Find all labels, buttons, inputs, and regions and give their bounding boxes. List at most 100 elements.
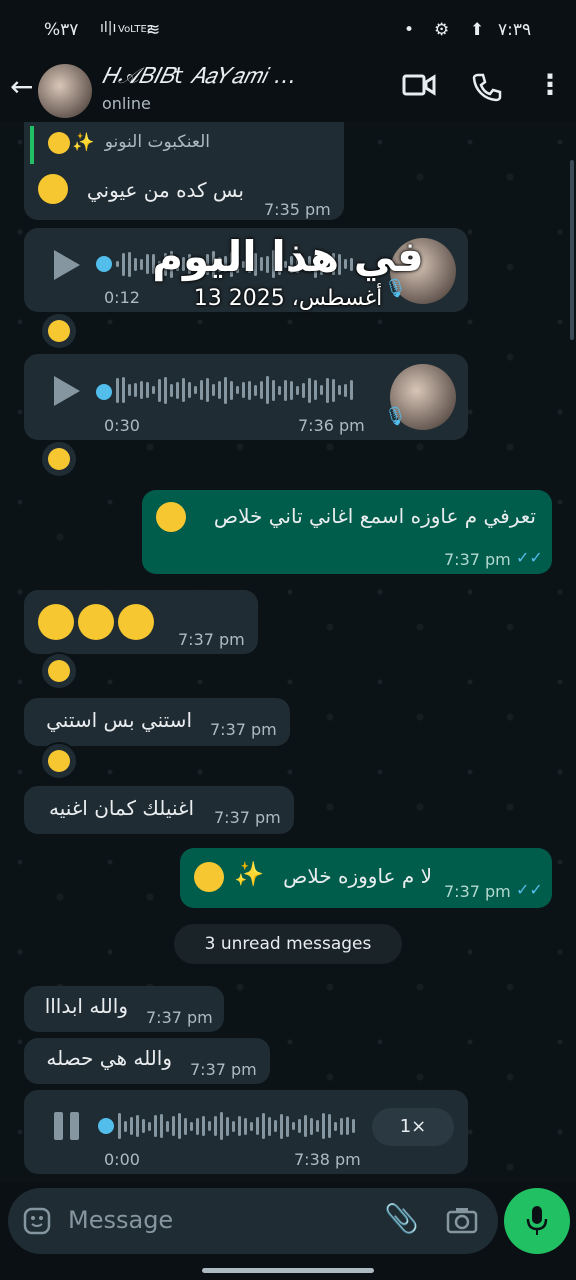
reaction-badge[interactable] bbox=[40, 312, 78, 350]
camera-icon[interactable] bbox=[446, 1206, 478, 1234]
message-text: بس كده من عيوني bbox=[86, 178, 244, 202]
message-text: لا م عاووزه خلاص bbox=[283, 864, 432, 888]
message-time: 7:36 pm bbox=[298, 416, 365, 435]
playhead-dot[interactable] bbox=[96, 384, 112, 400]
waveform-bar bbox=[122, 377, 125, 403]
waveform-bar bbox=[146, 382, 149, 398]
waveform-bar bbox=[226, 1116, 229, 1136]
smile-emoji-icon bbox=[48, 132, 70, 154]
waveform-bar bbox=[172, 1116, 175, 1136]
voice-duration: 0:30 bbox=[104, 416, 140, 435]
waveform-bar bbox=[326, 377, 329, 403]
message-time: 7:37 pm bbox=[190, 1060, 257, 1079]
reaction-badge[interactable] bbox=[40, 652, 78, 690]
message-bubble[interactable]: والله ابدااا 7:37 pm bbox=[24, 986, 224, 1032]
composer-bar: Message 📎 bbox=[0, 1182, 576, 1280]
playhead-dot[interactable] bbox=[98, 1118, 114, 1134]
waveform-bar bbox=[250, 1121, 253, 1131]
message-input[interactable]: Message 📎 bbox=[8, 1188, 498, 1254]
gesture-bar bbox=[202, 1268, 374, 1273]
voice-message[interactable]: 0:00 7:38 pm 1× bbox=[24, 1090, 468, 1174]
status-time: ٧:٣٩ bbox=[498, 20, 532, 40]
waveform-bar bbox=[218, 381, 221, 399]
waveform-bar bbox=[278, 385, 281, 395]
waveform-bar bbox=[256, 1117, 259, 1135]
more-options-icon[interactable]: ⋮ bbox=[536, 68, 564, 101]
waveform-bar bbox=[232, 1120, 235, 1132]
waveform-bar bbox=[202, 1116, 205, 1136]
message-text: والله ابدااا bbox=[44, 994, 128, 1018]
waveform-bar bbox=[272, 379, 275, 401]
emoji-icon[interactable] bbox=[22, 1206, 52, 1236]
settings-icon: ⚙ bbox=[434, 20, 450, 40]
attach-icon[interactable]: 📎 bbox=[384, 1202, 419, 1235]
pause-icon[interactable] bbox=[54, 1112, 80, 1140]
waveform-bar bbox=[148, 1121, 151, 1131]
voice-call-icon[interactable] bbox=[472, 72, 502, 102]
playback-speed-label: 1× bbox=[399, 1116, 427, 1137]
waveform[interactable] bbox=[118, 1110, 358, 1142]
message-bubble[interactable]: استني بس استني 7:37 pm bbox=[24, 698, 290, 746]
waveform-bar bbox=[188, 382, 191, 398]
reaction-badge[interactable] bbox=[40, 440, 78, 478]
message-text: والله هي حصله bbox=[46, 1046, 172, 1070]
waveform-bar bbox=[130, 1117, 133, 1135]
message-time: 7:37 pm bbox=[178, 630, 245, 649]
waveform[interactable] bbox=[116, 374, 366, 406]
message-text: استني بس استني bbox=[46, 708, 192, 732]
status-bar: ٧:٣٩ ⚙ ⬆ • %٣٧ ıl|ı VoLTE2 ≋ bbox=[0, 0, 576, 60]
message-time: 7:35 pm bbox=[264, 200, 331, 219]
laugh-emoji-icon bbox=[48, 320, 70, 342]
reaction-badge[interactable] bbox=[40, 742, 78, 780]
battery-text: %٣٧ bbox=[44, 20, 79, 40]
waveform-bar bbox=[196, 1117, 199, 1135]
waveform-bar bbox=[182, 378, 185, 402]
message-time: 7:37 pm bbox=[210, 720, 277, 739]
avatar[interactable] bbox=[38, 64, 92, 118]
playback-speed-button[interactable]: 1× bbox=[372, 1108, 454, 1146]
message-bubble[interactable]: والله هي حصله 7:37 pm bbox=[24, 1038, 270, 1084]
waveform-bar bbox=[346, 1117, 349, 1135]
waveform-bar bbox=[268, 1116, 271, 1136]
message-bubble[interactable]: 7:37 pm bbox=[24, 590, 258, 654]
mic-icon: 🎙 bbox=[384, 406, 407, 427]
waveform-bar bbox=[350, 380, 353, 400]
contact-name[interactable]: 𝐻𝒜𝐵𝐼𝐵t 𝐴𝑎𝑌𝑎𝑚𝑖 … bbox=[102, 64, 372, 89]
message-placeholder: Message bbox=[68, 1206, 174, 1234]
waveform-bar bbox=[296, 385, 299, 395]
waveform-bar bbox=[298, 1119, 301, 1133]
waveform-bar bbox=[344, 383, 347, 397]
voice-message[interactable]: 0:30 7:36 pm 🎙 bbox=[24, 354, 468, 440]
message-bubble[interactable]: العنكبوت النونو ✨ بس كده من عيوني 7:35 p… bbox=[24, 122, 344, 220]
waveform-bar bbox=[184, 1117, 187, 1135]
waveform-bar bbox=[236, 386, 239, 394]
sparkles-icon: ✨ bbox=[234, 860, 264, 888]
voice-record-button[interactable] bbox=[504, 1188, 570, 1254]
video-call-icon[interactable] bbox=[402, 72, 436, 98]
waveform-bar bbox=[332, 378, 335, 402]
waveform-bar bbox=[292, 1122, 295, 1130]
message-bubble[interactable]: لا م عاووزه خلاص ✨ 7:37 pm ✓✓ bbox=[180, 848, 552, 908]
scrollbar[interactable] bbox=[570, 160, 574, 340]
waveform-bar bbox=[136, 1115, 139, 1137]
contact-status: online bbox=[102, 94, 151, 113]
message-text: اغنيلك كمان اغنيه bbox=[49, 796, 194, 820]
waveform-bar bbox=[220, 1112, 223, 1140]
double-check-icon: ✓✓ bbox=[516, 880, 543, 899]
back-arrow-icon[interactable]: ← bbox=[10, 70, 33, 103]
waveform-bar bbox=[260, 381, 263, 399]
laugh-emoji-icon bbox=[118, 604, 154, 640]
waveform-bar bbox=[176, 381, 179, 399]
waveform-bar bbox=[118, 1113, 121, 1139]
waveform-bar bbox=[314, 380, 317, 400]
waveform-bar bbox=[280, 1113, 283, 1139]
waveform-bar bbox=[170, 383, 173, 397]
play-icon[interactable] bbox=[54, 376, 80, 406]
unread-divider: 3 unread messages bbox=[174, 924, 402, 964]
waveform-bar bbox=[116, 377, 119, 403]
waveform-bar bbox=[284, 379, 287, 401]
waveform-bar bbox=[160, 1114, 163, 1138]
message-bubble[interactable]: تعرفي م عاوزه اسمع اغاني تاني خلاص 7:37 … bbox=[142, 490, 552, 574]
wifi-icon: ≋ bbox=[146, 20, 161, 40]
message-bubble[interactable]: اغنيلك كمان اغنيه 7:37 pm bbox=[24, 786, 294, 834]
